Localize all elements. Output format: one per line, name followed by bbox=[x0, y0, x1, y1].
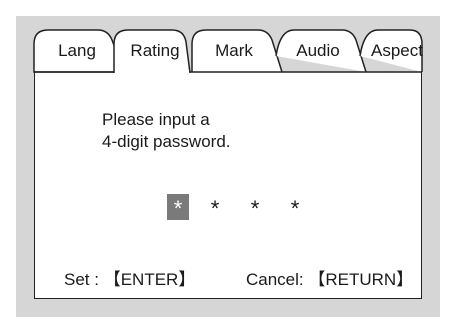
instruction-line-2: 4-digit password. bbox=[102, 132, 231, 151]
tab-mark[interactable]: Mark bbox=[206, 41, 262, 61]
instruction-line-1: Please input a bbox=[102, 110, 210, 129]
cancel-hint: Cancel: 【RETURN】 bbox=[246, 270, 413, 290]
password-digit-3[interactable]: * bbox=[244, 194, 266, 221]
cancel-key: 【RETURN】 bbox=[308, 270, 414, 289]
set-hint: Set : 【ENTER】 bbox=[64, 270, 195, 290]
tab-lang[interactable]: Lang bbox=[48, 41, 106, 61]
password-digit-1[interactable]: * bbox=[167, 194, 189, 221]
tab-rating[interactable]: Rating bbox=[124, 41, 186, 61]
rating-tab-panel bbox=[34, 72, 422, 299]
cancel-label: Cancel: bbox=[246, 270, 304, 289]
tab-aspect[interactable]: Aspect bbox=[366, 41, 428, 61]
set-label: Set : bbox=[64, 270, 99, 289]
set-key: 【ENTER】 bbox=[103, 270, 196, 289]
password-digit-4[interactable]: * bbox=[284, 194, 306, 221]
password-digit-2[interactable]: * bbox=[204, 194, 226, 221]
tab-audio[interactable]: Audio bbox=[289, 41, 347, 61]
